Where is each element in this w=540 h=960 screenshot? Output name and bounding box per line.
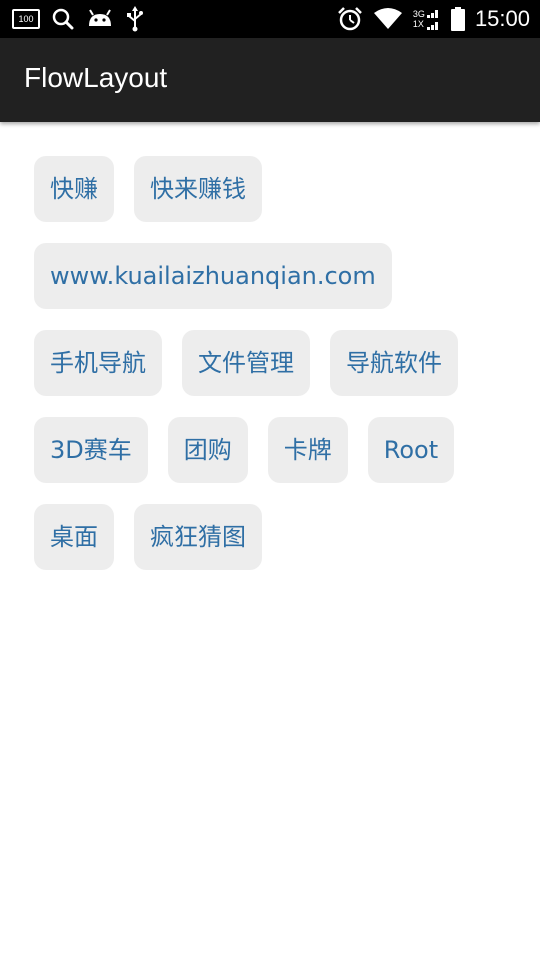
- app-title: FlowLayout: [24, 62, 168, 93]
- signal-top-label: 3G: [412, 9, 425, 19]
- search-icon: [52, 8, 74, 30]
- tag-chip[interactable]: 快赚: [34, 156, 114, 222]
- tag-chip[interactable]: 导航软件: [330, 330, 458, 396]
- tag-chip[interactable]: Root: [367, 417, 455, 483]
- tag-chip[interactable]: 卡牌: [267, 417, 348, 483]
- signal-bottom-label: 1X: [412, 19, 424, 29]
- android-icon: [89, 9, 111, 26]
- tag-chip[interactable]: 桌面: [34, 504, 114, 570]
- status-bar: 100 3G 1X 15:00: [0, 0, 540, 38]
- wifi-icon: [373, 8, 402, 29]
- flow-row: 3D赛车 团购 卡牌 Root: [34, 417, 514, 483]
- battery-saver-icon: 100: [12, 9, 40, 29]
- tag-chip[interactable]: www.kuailaizhuanqian.com: [34, 243, 392, 309]
- flow-row: 桌面 疯狂猜图: [34, 504, 514, 570]
- signal-icon: 3G 1X: [413, 8, 441, 30]
- alarm-icon: [338, 7, 362, 31]
- tag-chip[interactable]: 快来赚钱: [134, 156, 262, 222]
- app-bar: FlowLayout: [0, 38, 540, 122]
- tag-chip[interactable]: 手机导航: [34, 330, 162, 396]
- flow-row: www.kuailaizhuanqian.com: [34, 243, 514, 309]
- tag-chip[interactable]: 3D赛车: [34, 417, 148, 483]
- flow-layout: 快赚 快来赚钱 www.kuailaizhuanqian.com 手机导航 文件管理 导航…: [34, 156, 514, 591]
- status-left-icons: 100: [12, 6, 144, 32]
- flow-row: 快赚 快来赚钱: [34, 156, 514, 222]
- clock: 15:00: [474, 6, 530, 31]
- flow-row: 手机导航 文件管理 导航软件: [34, 330, 514, 396]
- battery-icon: [450, 7, 465, 31]
- status-right-icons: 3G 1X 15:00: [337, 4, 530, 34]
- tag-chip[interactable]: 疯狂猜图: [134, 504, 262, 570]
- usb-icon: [127, 6, 143, 32]
- tag-chip[interactable]: 团购: [167, 417, 248, 483]
- tag-chip[interactable]: 文件管理: [182, 330, 310, 396]
